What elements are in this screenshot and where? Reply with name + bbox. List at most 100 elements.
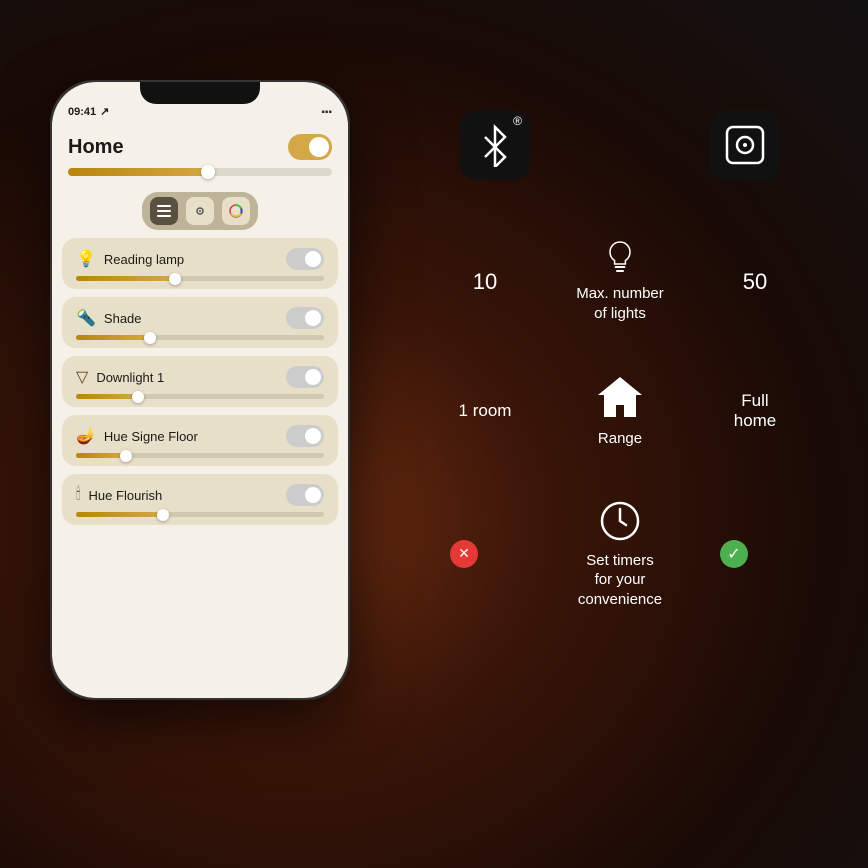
hub-icon-box	[710, 110, 780, 180]
light-toggle-3[interactable]	[286, 425, 324, 447]
toggle-thumb	[305, 369, 321, 385]
brightness-bar[interactable]	[68, 168, 332, 176]
light-item-top: 🔦 Shade	[76, 307, 324, 329]
check-circle-icon: ✓	[720, 540, 748, 568]
tab-color[interactable]	[222, 197, 250, 225]
tab-settings[interactable]	[186, 197, 214, 225]
notch	[140, 82, 260, 104]
bulb-icon: 🔦	[76, 308, 96, 328]
downlight-icon: ▽	[76, 367, 88, 387]
list-item: 🔦 Shade	[62, 297, 338, 348]
brightness-thumb	[201, 165, 215, 179]
light-toggle-2[interactable]	[286, 366, 324, 388]
tab-bar-container	[52, 192, 348, 230]
brightness-fill	[68, 168, 213, 176]
toggle-thumb	[305, 428, 321, 444]
registered-mark: ®	[513, 114, 522, 128]
tab-list[interactable]	[150, 197, 178, 225]
slider-thumb	[120, 450, 132, 462]
light-item-left: ▽ Downlight 1	[76, 367, 164, 387]
home-title-row: Home	[68, 134, 332, 160]
bluetooth-section: ®	[460, 110, 530, 180]
light-name: Hue Signe Floor	[104, 429, 198, 444]
slider-thumb	[144, 332, 156, 344]
ceiling-icon: 🕯	[76, 486, 81, 504]
phone: 09:41 ↗ ▪▪▪ Home	[50, 80, 350, 700]
light-item-left: 🔦 Shade	[76, 308, 142, 328]
hub-icon	[723, 123, 767, 167]
light-toggle-4[interactable]	[286, 484, 324, 506]
light-item-left: 🪔 Hue Signe Floor	[76, 426, 198, 446]
timer-center: Set timers for your convenience	[540, 499, 700, 610]
slider-fill	[76, 512, 163, 517]
light-name: Hue Flourish	[89, 488, 163, 503]
light-item-top: 🕯 Hue Flourish	[76, 484, 324, 506]
bluetooth-icon	[477, 123, 513, 167]
slider-fill	[76, 394, 138, 399]
light-slider-0[interactable]	[76, 276, 324, 281]
tab-bar	[142, 192, 258, 230]
status-arrow: ↗	[100, 105, 109, 118]
x-circle-icon: ✕	[450, 540, 478, 568]
range-center: Range	[540, 373, 700, 449]
list-item: 💡 Reading lamp	[62, 238, 338, 289]
timer-row: ✕ Set timers for your convenience ✓	[450, 499, 790, 610]
light-list: 💡 Reading lamp 🔦	[52, 238, 348, 533]
light-item-top: 💡 Reading lamp	[76, 248, 324, 270]
toggle-thumb	[305, 487, 321, 503]
light-name: Reading lamp	[104, 252, 184, 267]
slider-fill	[76, 276, 175, 281]
min-lights-value: 10	[450, 269, 520, 295]
timer-no: ✕	[450, 540, 520, 568]
slider-thumb	[157, 509, 169, 521]
light-toggle-0[interactable]	[286, 248, 324, 270]
battery-icon: ▪▪▪	[321, 107, 332, 118]
list-item: 🪔 Hue Signe Floor	[62, 415, 338, 466]
light-item-left: 🕯 Hue Flourish	[76, 486, 162, 504]
phone-wrapper: 09:41 ↗ ▪▪▪ Home	[30, 60, 370, 810]
list-item: ▽ Downlight 1	[62, 356, 338, 407]
info-panel: ® 10 Max. number of lig	[420, 80, 820, 830]
floor-lamp-icon: 🪔	[76, 426, 96, 446]
min-range-value: 1 room	[450, 401, 520, 421]
range-row: 1 room Range Full home	[450, 373, 790, 449]
slider-fill	[76, 453, 126, 458]
slider-thumb	[132, 391, 144, 403]
timers-label: Set timers for your convenience	[578, 551, 662, 610]
top-icons-row: ®	[460, 110, 780, 180]
light-item-top: 🪔 Hue Signe Floor	[76, 425, 324, 447]
light-slider-1[interactable]	[76, 335, 324, 340]
home-header: Home	[52, 122, 348, 192]
bluetooth-icon-box: ®	[460, 110, 530, 180]
timer-yes: ✓	[720, 540, 790, 568]
light-toggle-1[interactable]	[286, 307, 324, 329]
status-time: 09:41	[68, 106, 96, 118]
toggle-thumb	[309, 137, 329, 157]
light-slider-4[interactable]	[76, 512, 324, 517]
light-slider-3[interactable]	[76, 453, 324, 458]
max-lights-row: 10 Max. number of lights 50	[450, 240, 790, 323]
status-right: ▪▪▪	[321, 107, 332, 118]
list-item: 🕯 Hue Flourish	[62, 474, 338, 525]
home-title: Home	[68, 136, 124, 159]
hub-section	[710, 110, 780, 180]
light-item-top: ▽ Downlight 1	[76, 366, 324, 388]
bulb-icon: 💡	[76, 249, 96, 269]
light-name: Shade	[104, 311, 142, 326]
max-lights-center: Max. number of lights	[540, 240, 700, 323]
phone-content: Home	[52, 122, 348, 698]
clock-icon	[598, 499, 642, 543]
phone-screen: 09:41 ↗ ▪▪▪ Home	[52, 82, 348, 698]
home-toggle[interactable]	[288, 134, 332, 160]
toggle-thumb	[305, 310, 321, 326]
house-icon	[594, 373, 646, 421]
max-lights-value: 50	[720, 269, 790, 295]
bulb-icon	[608, 240, 632, 276]
light-item-left: 💡 Reading lamp	[76, 249, 184, 269]
light-slider-2[interactable]	[76, 394, 324, 399]
range-label: Range	[598, 429, 642, 449]
slider-fill	[76, 335, 150, 340]
max-lights-label: Max. number of lights	[576, 284, 664, 323]
max-range-value: Full home	[720, 391, 790, 431]
toggle-thumb	[305, 251, 321, 267]
